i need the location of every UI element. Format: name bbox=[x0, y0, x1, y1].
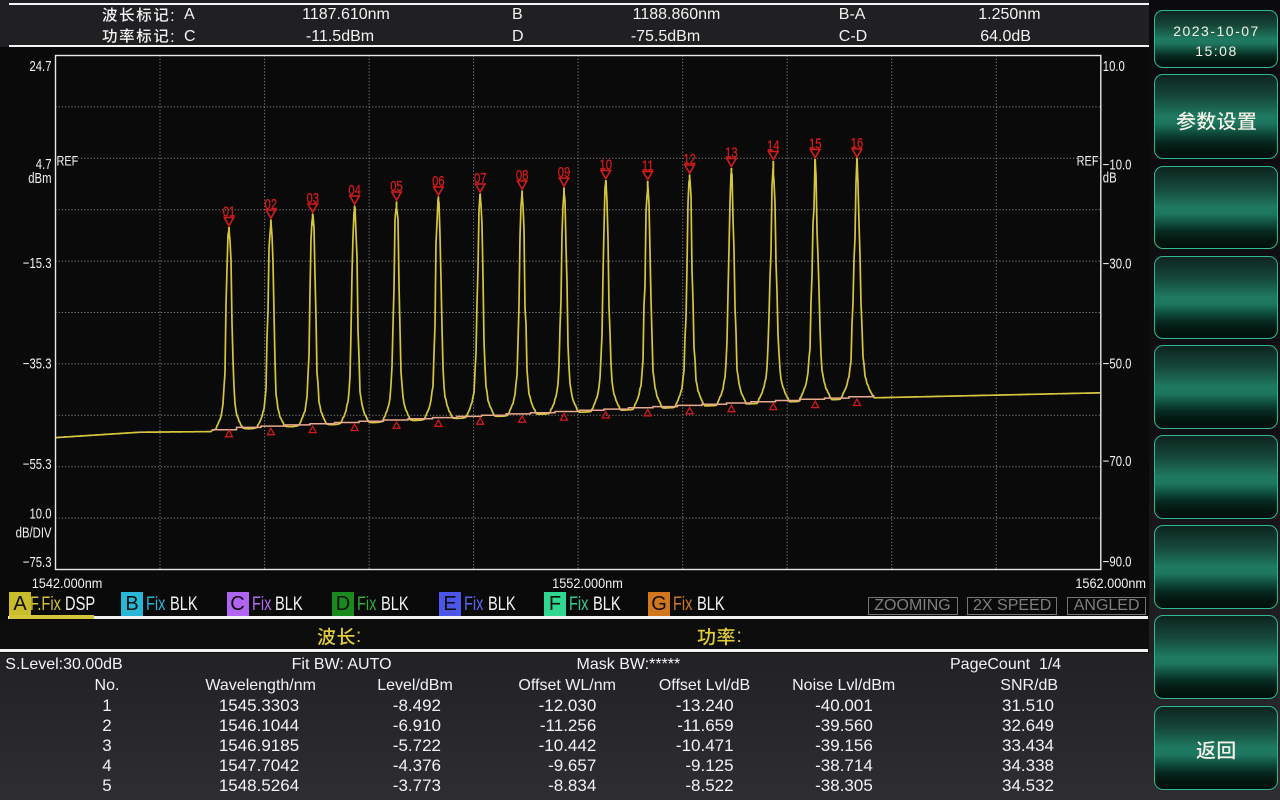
svg-text:1562.000nm: 1562.000nm bbox=[1075, 576, 1146, 590]
svg-text:−70.0: −70.0 bbox=[1103, 453, 1132, 470]
svg-text:REF: REF bbox=[1077, 153, 1099, 169]
svg-text:01: 01 bbox=[223, 203, 236, 220]
svg-text:16: 16 bbox=[851, 134, 864, 151]
svg-text:14: 14 bbox=[767, 137, 780, 154]
svg-text:10.0: 10.0 bbox=[29, 505, 51, 522]
svg-text:−35.3: −35.3 bbox=[23, 355, 52, 372]
svg-text:−55.3: −55.3 bbox=[23, 456, 52, 473]
svg-text:−30.0: −30.0 bbox=[1103, 255, 1132, 272]
svg-text:09: 09 bbox=[558, 163, 571, 180]
svg-text:08: 08 bbox=[516, 166, 529, 183]
svg-text:05: 05 bbox=[390, 177, 403, 194]
svg-text:15: 15 bbox=[809, 135, 822, 152]
svg-text:−15.3: −15.3 bbox=[23, 255, 52, 272]
svg-text:11: 11 bbox=[642, 157, 654, 174]
svg-text:10: 10 bbox=[600, 156, 613, 173]
svg-text:dBm: dBm bbox=[28, 169, 51, 186]
svg-text:04: 04 bbox=[348, 181, 361, 198]
svg-text:12: 12 bbox=[683, 150, 696, 167]
svg-text:1552.000nm: 1552.000nm bbox=[552, 576, 623, 590]
svg-text:−90.0: −90.0 bbox=[1103, 553, 1132, 570]
svg-text:06: 06 bbox=[432, 172, 445, 189]
svg-text:07: 07 bbox=[474, 169, 487, 186]
svg-text:03: 03 bbox=[306, 189, 319, 206]
svg-text:13: 13 bbox=[725, 144, 738, 161]
svg-text:−50.0: −50.0 bbox=[1103, 355, 1132, 372]
svg-text:10.0: 10.0 bbox=[1103, 58, 1125, 75]
svg-text:24.7: 24.7 bbox=[29, 58, 51, 75]
svg-text:02: 02 bbox=[265, 195, 278, 212]
svg-text:dB/DIV: dB/DIV bbox=[16, 524, 52, 541]
svg-text:1542.000nm: 1542.000nm bbox=[32, 576, 103, 590]
svg-text:−75.3: −75.3 bbox=[23, 554, 52, 571]
svg-text:dB: dB bbox=[1103, 169, 1117, 186]
svg-text:REF: REF bbox=[57, 153, 79, 169]
